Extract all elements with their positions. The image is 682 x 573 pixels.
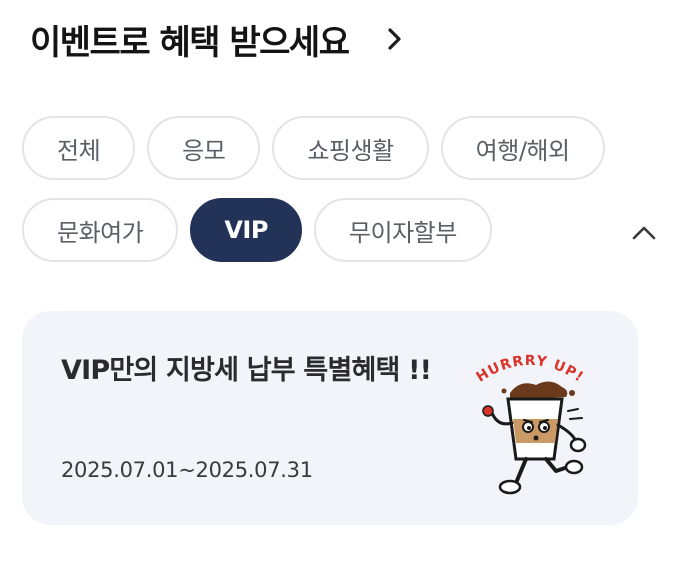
filter-chip-installment[interactable]: 무이자할부 [313,198,492,262]
section-title: 이벤트로 혜택 받으세요 [30,22,350,63]
filter-row-2: 문화여가 VIP 무이자할부 [22,198,492,262]
svg-text:HURRRY UP!: HURRRY UP! [474,353,587,386]
section-header[interactable]: 이벤트로 혜택 받으세요 [30,12,412,66]
filter-chip-travel[interactable]: 여행/해외 [440,116,605,180]
filter-chip-entry[interactable]: 응모 [147,116,261,180]
filter-chip-all[interactable]: 전체 [22,116,136,180]
filter-chip-vip[interactable]: VIP [190,198,302,262]
filter-chip-culture[interactable]: 문화여가 [22,198,179,262]
filter-chip-shopping[interactable]: 쇼핑생활 [272,116,429,180]
chevron-right-icon[interactable] [378,22,412,56]
event-card[interactable]: VIP만의 지방세 납부 특별혜택 !! 2025.07.01~2025.07.… [22,311,638,525]
event-date: 2025.07.01~2025.07.31 [61,458,313,482]
hurry-up-text: HURRRY UP! [474,353,586,386]
filter-row-1: 전체 응모 쇼핑생활 여행/해외 [22,116,605,180]
event-title: VIP만의 지방세 납부 특별혜택 !! [61,355,432,386]
running-coffee-cup-illustration: HURRRY UP! [450,341,610,501]
chevron-up-icon[interactable] [626,215,662,251]
